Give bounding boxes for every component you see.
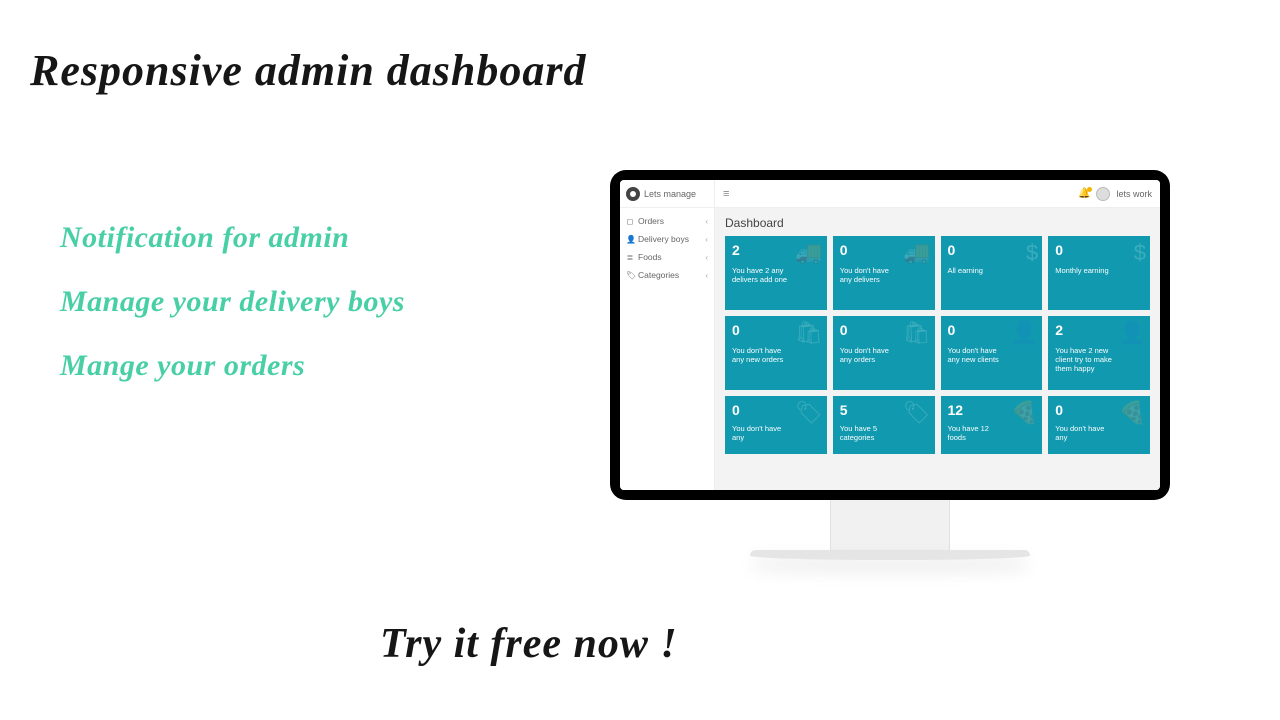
card-bg-icon: 👤 — [1119, 320, 1146, 346]
categories-icon: 🏷 — [626, 271, 634, 280]
stat-card[interactable]: 🏷0You don't have any — [725, 396, 827, 454]
feature-item: Manage your delivery boys — [60, 284, 405, 320]
card-bg-icon: 🍕 — [1011, 400, 1038, 426]
stat-card[interactable]: $0 All earning — [941, 236, 1043, 310]
card-bg-icon: 🛍 — [795, 320, 823, 346]
foods-icon: ≣ — [626, 253, 634, 262]
chevron-left-icon: ‹ — [705, 271, 708, 280]
stat-card[interactable]: $0 Monthly earning — [1048, 236, 1150, 310]
stat-card[interactable]: 👤0You don't have any new clients — [941, 316, 1043, 390]
user-name: lets work — [1116, 189, 1152, 199]
menu-toggle-icon[interactable]: ≡ — [723, 188, 729, 200]
chevron-left-icon: ‹ — [705, 235, 708, 244]
stat-card[interactable]: 🍕12You have 12 foods — [941, 396, 1043, 454]
card-text: All earning — [948, 266, 1009, 275]
headline: Responsive admin dashboard — [30, 45, 587, 96]
sidebar: Lets manage ◻ Orders ‹ — [620, 180, 715, 490]
stats-grid: 🚚2You have 2 any delivers add one🚚0You d… — [725, 236, 1150, 454]
sidebar-item-categories[interactable]: 🏷 Categories ‹ — [620, 266, 714, 284]
stat-card[interactable]: 👤2You have 2 new client try to make them… — [1048, 316, 1150, 390]
card-bg-icon: 🍕 — [1119, 400, 1146, 426]
brand[interactable]: Lets manage — [620, 180, 714, 208]
feature-item: Mange your orders — [60, 348, 405, 384]
monitor-mockup: Lets manage ◻ Orders ‹ — [610, 170, 1170, 560]
stat-card[interactable]: 🚚2You have 2 any delivers add one — [725, 236, 827, 310]
card-text: You have 5 categories — [840, 424, 901, 442]
card-text: You don't have any — [732, 424, 793, 442]
card-bg-icon: 🛍 — [903, 320, 931, 346]
nav: ◻ Orders ‹ 👤 Delivery boys ‹ — [620, 208, 714, 284]
card-bg-icon: 🏷 — [903, 400, 931, 426]
cta-text: Try it free now ! — [380, 620, 678, 668]
notification-dot — [1087, 187, 1092, 192]
notification-bell-icon[interactable]: 🔔 — [1078, 188, 1090, 199]
card-bg-icon: $ — [1134, 240, 1146, 266]
sidebar-item-foods[interactable]: ≣ Foods ‹ — [620, 248, 714, 266]
stat-card[interactable]: 🏷5You have 5 categories — [833, 396, 935, 454]
card-text: You don't have any orders — [840, 346, 901, 364]
card-number: 0 — [1055, 242, 1143, 258]
main-area: ≡ 🔔 lets work Dashboard 🚚2You have 2 any… — [715, 180, 1160, 490]
gear-icon — [626, 187, 640, 201]
card-text: You don't have any new clients — [948, 346, 1009, 364]
feature-item: Notification for admin — [60, 220, 405, 256]
chevron-left-icon: ‹ — [705, 217, 708, 226]
avatar[interactable] — [1096, 187, 1110, 201]
sidebar-item-delivery-boys[interactable]: 👤 Delivery boys ‹ — [620, 230, 714, 248]
card-bg-icon: 👤 — [1011, 320, 1038, 346]
orders-icon: ◻ — [626, 217, 634, 226]
dashboard-app: Lets manage ◻ Orders ‹ — [620, 180, 1160, 490]
card-text: You have 2 new client try to make them h… — [1055, 346, 1116, 373]
delivery-icon: 👤 — [626, 235, 634, 244]
card-bg-icon: 🚚 — [903, 240, 930, 266]
card-bg-icon: $ — [1026, 240, 1038, 266]
sidebar-item-label: Categories — [638, 270, 679, 280]
sidebar-item-orders[interactable]: ◻ Orders ‹ — [620, 212, 714, 230]
chevron-left-icon: ‹ — [705, 253, 708, 262]
card-text: You don't have any delivers — [840, 266, 901, 284]
card-text: You don't have any — [1055, 424, 1116, 442]
stat-card[interactable]: 🛍0You don't have any orders — [833, 316, 935, 390]
topbar: ≡ 🔔 lets work — [715, 180, 1160, 208]
sidebar-item-label: Delivery boys — [638, 234, 689, 244]
card-text: Monthly earning — [1055, 266, 1116, 275]
feature-list: Notification for admin Manage your deliv… — [60, 220, 405, 412]
card-text: You have 2 any delivers add one — [732, 266, 793, 284]
sidebar-item-label: Orders — [638, 216, 664, 226]
card-bg-icon: 🚚 — [795, 240, 822, 266]
sidebar-item-label: Foods — [638, 252, 662, 262]
card-text: You don't have any new orders — [732, 346, 793, 364]
page-title: Dashboard — [725, 216, 1150, 230]
card-bg-icon: 🏷 — [795, 400, 823, 426]
brand-label: Lets manage — [644, 189, 696, 199]
stat-card[interactable]: 🚚0You don't have any delivers — [833, 236, 935, 310]
stat-card[interactable]: 🍕0You don't have any — [1048, 396, 1150, 454]
card-text: You have 12 foods — [948, 424, 1009, 442]
stat-card[interactable]: 🛍0You don't have any new orders — [725, 316, 827, 390]
card-number: 0 — [948, 242, 1036, 258]
